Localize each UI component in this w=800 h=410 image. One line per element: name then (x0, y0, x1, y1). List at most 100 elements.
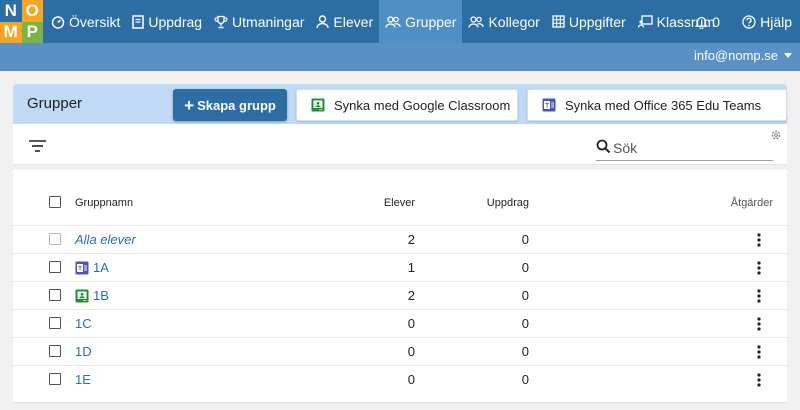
group-name-link[interactable]: 1A (93, 260, 109, 275)
google-classroom-icon (311, 98, 325, 112)
assignments-count: 0 (521, 288, 529, 303)
group-name-cell: 1C (75, 310, 92, 337)
nav-item-oversikt[interactable]: Översikt (45, 0, 126, 43)
nav-label: Uppgifter (568, 13, 626, 30)
row-checkbox[interactable] (49, 345, 61, 357)
group-name-link[interactable]: 1C (75, 316, 92, 331)
search-icon (596, 139, 611, 154)
nav-label: Kollegor (488, 13, 540, 30)
assignments-count: 0 (521, 232, 529, 247)
notifications-button[interactable]: 0 (685, 0, 730, 43)
group-name-link[interactable]: 1E (75, 372, 91, 387)
column-header-students[interactable]: Elever (384, 180, 415, 225)
logo-letter-m: M (0, 21, 22, 43)
group-name-cell: Alla elever (75, 226, 136, 253)
plus-icon: + (184, 95, 195, 115)
sync-office-label: Synka med Office 365 Edu Teams (565, 97, 762, 113)
group-name-link[interactable]: 1B (93, 288, 109, 303)
logo-letter-o: O (21, 0, 43, 22)
select-all-checkbox[interactable] (49, 196, 61, 208)
students-count: 0 (407, 316, 415, 331)
bell-icon (695, 16, 709, 29)
svg-text:T: T (78, 266, 82, 272)
create-group-button[interactable]: + Skapa grupp (173, 89, 287, 121)
gear-icon[interactable] (770, 129, 782, 141)
page-header: Grupper + Skapa grupp Synka med Google C… (13, 84, 787, 124)
account-menu[interactable]: info@nomp.se (694, 48, 792, 63)
column-header-name[interactable]: Gruppnamn (75, 180, 133, 225)
assignments-count: 0 (521, 372, 529, 387)
row-checkbox[interactable] (49, 289, 61, 301)
students-count: 2 (407, 288, 415, 303)
nav-label: Elever (333, 13, 374, 30)
google-classroom-icon (75, 289, 89, 302)
more-vert-icon (757, 344, 761, 359)
more-vert-icon (757, 316, 761, 331)
nav-item-uppgifter[interactable]: Uppgifter (546, 0, 632, 43)
help-button[interactable]: Hjälp (730, 0, 800, 43)
filter-icon[interactable] (29, 140, 46, 152)
trophy-icon (214, 15, 228, 28)
classroom-icon (637, 15, 653, 28)
table-row: T 1A 1 0 (13, 254, 787, 282)
search-field (596, 136, 773, 161)
column-header-actions: Åtgärder (730, 196, 773, 209)
more-vert-icon (757, 372, 761, 387)
table-row: 1C 0 0 (13, 310, 787, 338)
search-input[interactable] (613, 138, 768, 158)
main-nav: Översikt Uppdrag Utmaningar Elever Grupp… (45, 0, 721, 43)
assignments-count: 0 (521, 344, 529, 359)
right-nav: 0 Hjälp (685, 0, 800, 43)
sync-office365-button[interactable]: T Synka med Office 365 Edu Teams (527, 89, 787, 121)
nav-item-kollegor[interactable]: Kollegor (462, 0, 545, 43)
row-checkbox[interactable] (49, 261, 61, 273)
sync-google-label: Synka med Google Classroom (334, 97, 511, 113)
row-checkbox[interactable] (49, 233, 61, 245)
logo-letter-p: P (21, 21, 43, 43)
users-icon (385, 15, 401, 28)
row-actions-menu[interactable] (755, 282, 763, 309)
table-row: 1D 0 0 (13, 338, 787, 366)
top-navbar: N O M P Översikt Uppdrag Utmaningar Elev… (0, 0, 800, 43)
grid-icon (552, 15, 565, 28)
logo-letter-n: N (0, 0, 22, 22)
row-actions-menu[interactable] (755, 226, 763, 253)
row-actions-menu[interactable] (755, 254, 763, 281)
more-vert-icon (757, 260, 761, 275)
nomp-logo[interactable]: N O M P (0, 0, 43, 43)
nav-item-elever[interactable]: Elever (310, 0, 379, 43)
sync-google-classroom-button[interactable]: Synka med Google Classroom (296, 89, 518, 121)
group-name-link[interactable]: Alla elever (75, 232, 136, 247)
teams-icon: T (542, 98, 556, 112)
group-name-cell: 1E (75, 366, 91, 393)
group-name-cell: 1D (75, 338, 92, 365)
assignments-count: 0 (521, 316, 529, 331)
row-actions-menu[interactable] (755, 366, 763, 393)
table-row: 1B 2 0 (13, 282, 787, 310)
table-row: 1E 0 0 (13, 366, 787, 393)
groups-table: Gruppnamn Elever Uppdrag Åtgärder Alla e… (13, 170, 787, 403)
nav-label: Översikt (69, 13, 121, 30)
svg-text:T: T (545, 104, 549, 110)
row-actions-menu[interactable] (755, 310, 763, 337)
nav-item-utmaningar[interactable]: Utmaningar (208, 0, 310, 43)
group-name-link[interactable]: 1D (75, 344, 92, 359)
column-header-assignments[interactable]: Uppdrag (487, 180, 529, 225)
nav-item-grupper[interactable]: Grupper (379, 0, 463, 43)
more-vert-icon (757, 288, 761, 303)
nav-item-uppdrag[interactable]: Uppdrag (126, 0, 208, 43)
account-email: info@nomp.se (693, 48, 778, 63)
nav-label: Grupper (405, 13, 457, 30)
nav-label: Uppdrag (148, 13, 203, 30)
table-header-row: Gruppnamn Elever Uppdrag Åtgärder (13, 180, 787, 226)
row-checkbox[interactable] (49, 373, 61, 385)
book-icon (132, 14, 145, 29)
page-title: Grupper (27, 95, 83, 112)
row-actions-menu[interactable] (755, 338, 763, 365)
students-count: 2 (407, 232, 415, 247)
users-icon (468, 15, 485, 28)
user-icon (316, 14, 330, 28)
table-row: Alla elever 2 0 (13, 226, 787, 254)
group-name-cell: 1B (75, 282, 109, 309)
row-checkbox[interactable] (49, 317, 61, 329)
